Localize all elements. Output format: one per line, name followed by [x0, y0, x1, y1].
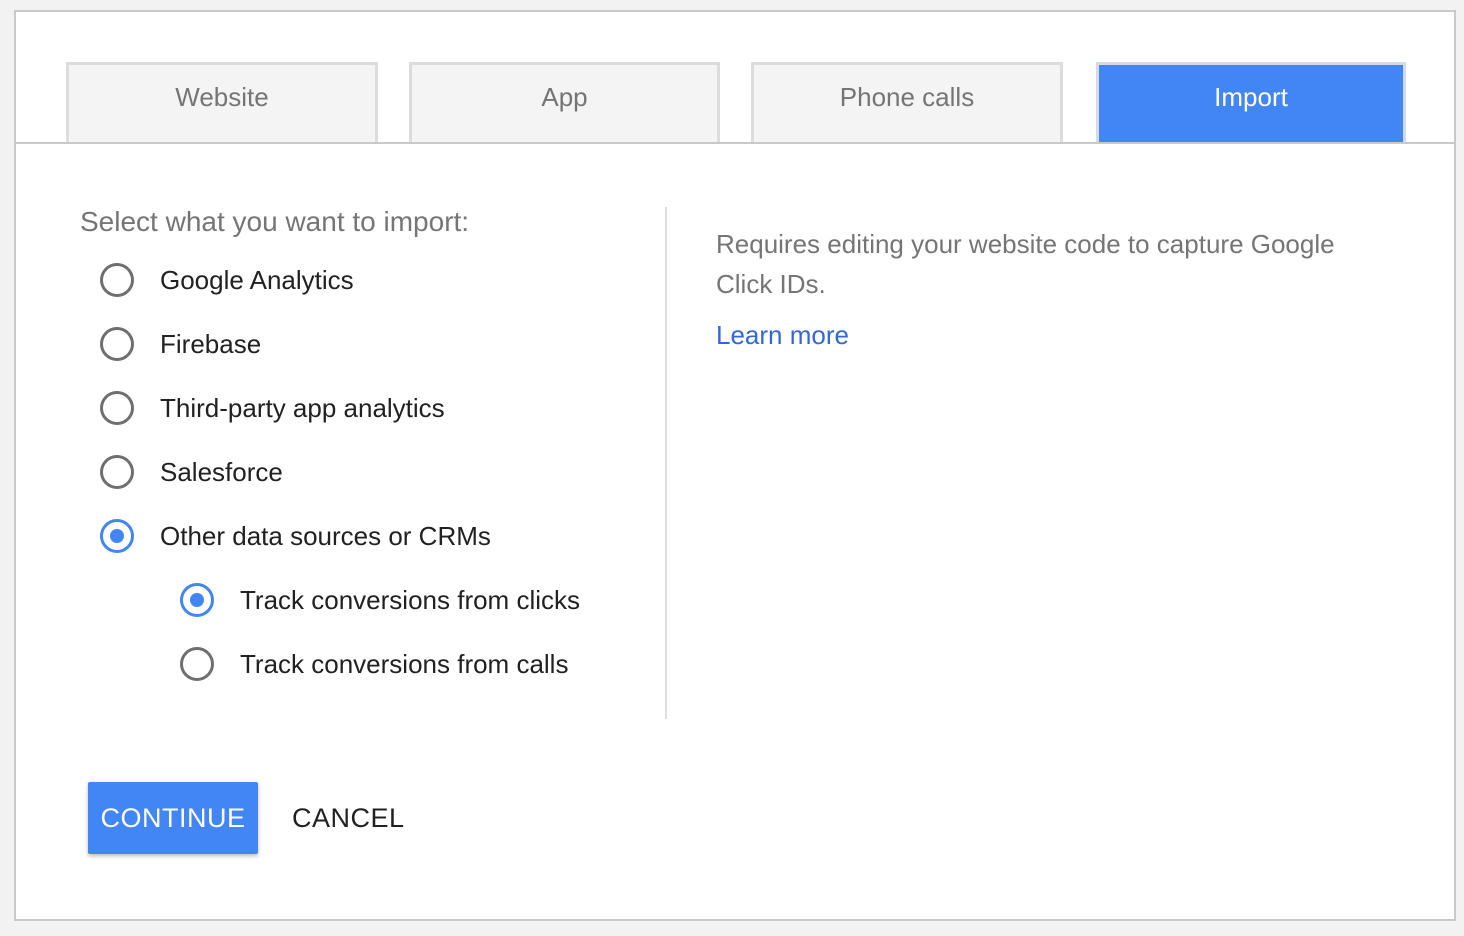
import-prompt: Select what you want to import: — [80, 206, 470, 237]
option-label: Track conversions from calls — [240, 648, 569, 679]
option-third-party-app-analytics[interactable]: Third-party app analytics — [100, 386, 445, 430]
tab-website[interactable]: Website — [66, 62, 378, 142]
option-label: Firebase — [160, 328, 262, 359]
tab-phone-calls[interactable]: Phone calls — [751, 62, 1063, 142]
radio-button[interactable] — [100, 391, 134, 425]
radio-button[interactable] — [100, 455, 134, 489]
suboption-track-clicks[interactable]: Track conversions from clicks — [180, 578, 580, 622]
option-google-analytics[interactable]: Google Analytics — [100, 258, 354, 302]
option-firebase[interactable]: Firebase — [100, 322, 261, 366]
suboption-track-calls[interactable]: Track conversions from calls — [180, 642, 568, 686]
option-label: Track conversions from clicks — [240, 584, 580, 615]
option-label: Google Analytics — [160, 264, 354, 295]
radio-button-selected[interactable] — [180, 583, 214, 617]
radio-button[interactable] — [100, 327, 134, 361]
continue-button[interactable]: CONTINUE — [88, 782, 258, 854]
option-label: Third-party app analytics — [160, 392, 445, 423]
option-other-data-sources[interactable]: Other data sources or CRMs — [100, 514, 491, 558]
option-label: Salesforce — [160, 456, 283, 487]
learn-more-link[interactable]: Learn more — [716, 320, 849, 351]
radio-button[interactable] — [100, 263, 134, 297]
option-label: Other data sources or CRMs — [160, 520, 491, 551]
option-salesforce[interactable]: Salesforce — [100, 450, 283, 494]
radio-button[interactable] — [180, 647, 214, 681]
info-panel: Requires editing your website code to ca… — [716, 224, 1396, 350]
conversion-type-tabs: Website App Phone calls Import — [16, 12, 1454, 144]
import-description: Requires editing your website code to ca… — [716, 229, 1335, 299]
conversion-dialog: Website App Phone calls Import Select wh… — [14, 10, 1456, 921]
tab-import[interactable]: Import — [1096, 62, 1406, 142]
radio-button-selected[interactable] — [100, 519, 134, 553]
cancel-button[interactable]: CANCEL — [276, 782, 421, 854]
tab-app[interactable]: App — [409, 62, 720, 142]
column-divider — [665, 207, 667, 719]
